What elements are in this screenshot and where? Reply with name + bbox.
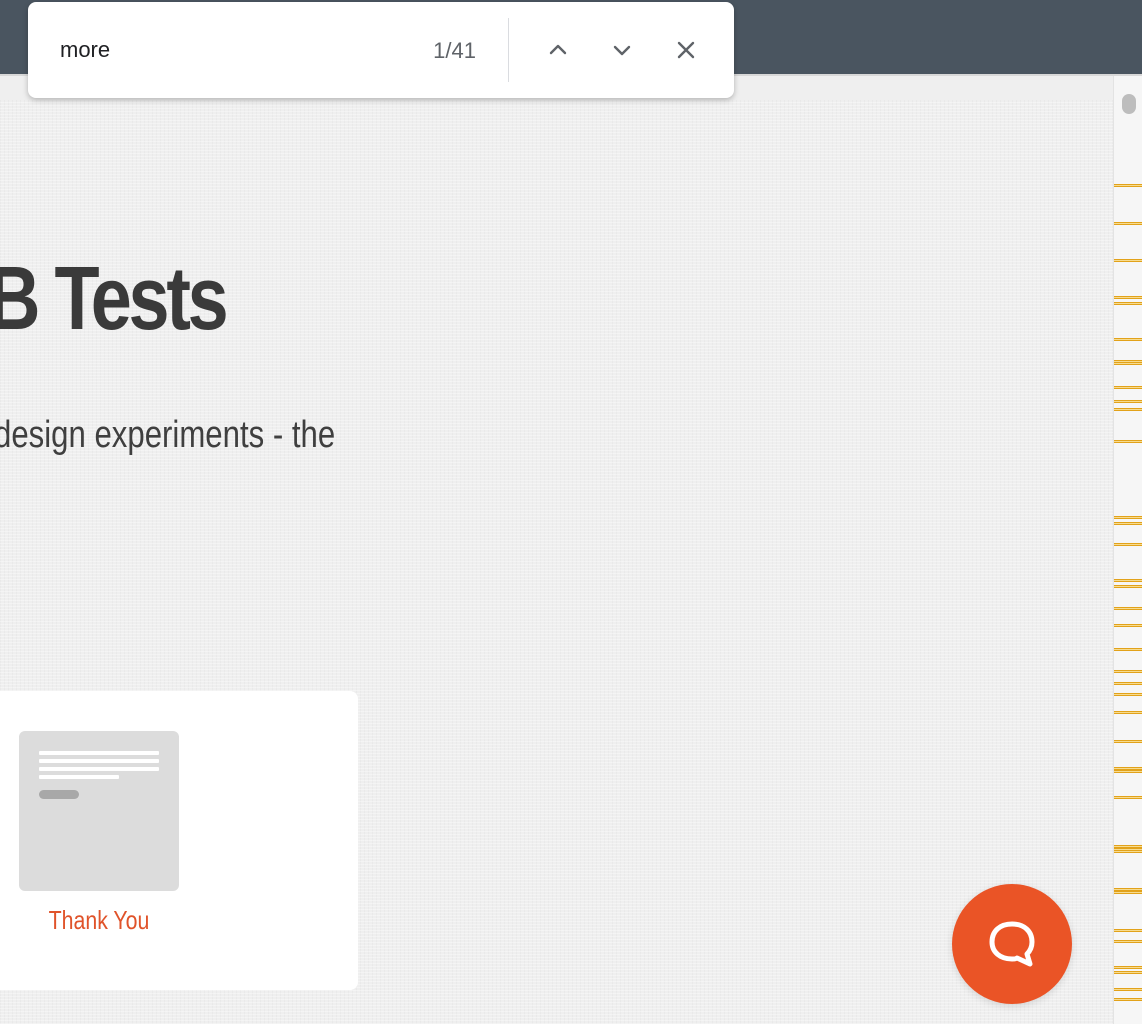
close-icon (677, 41, 695, 59)
find-match-marker (1114, 184, 1142, 187)
find-match-marker (1114, 585, 1142, 588)
thumbnail-line (39, 751, 159, 755)
find-match-marker (1114, 302, 1142, 305)
thumbnail-line (39, 759, 159, 763)
template-card[interactable]: Thank You (0, 691, 358, 990)
find-close-button[interactable] (666, 30, 706, 70)
template-thumbnail[interactable] (19, 731, 179, 891)
find-match-marker (1114, 440, 1142, 443)
chat-bubble-icon (989, 921, 1035, 967)
find-match-marker (1114, 988, 1142, 991)
find-match-marker (1114, 648, 1142, 651)
find-match-marker (1114, 222, 1142, 225)
find-match-marker (1114, 408, 1142, 411)
find-match-marker (1114, 579, 1142, 582)
find-match-marker (1114, 386, 1142, 389)
find-next-button[interactable] (602, 30, 642, 70)
find-bar-divider (508, 18, 509, 82)
thumbnail-button (39, 790, 79, 799)
page-headline: /B Tests (0, 249, 229, 349)
page-scrollbar[interactable] (1113, 76, 1142, 1024)
find-input[interactable] (60, 32, 360, 68)
find-match-marker (1114, 966, 1142, 969)
find-match-marker (1114, 891, 1142, 894)
find-match-marker (1114, 770, 1142, 773)
page-content: /B Tests design experiments - the Thank … (0, 100, 1113, 1024)
chevron-up-icon (549, 44, 567, 55)
template-label[interactable]: Thank You (33, 905, 164, 936)
find-match-marker (1114, 670, 1142, 673)
find-match-marker (1114, 362, 1142, 365)
thumbnail-line (39, 775, 119, 779)
find-match-marker (1114, 693, 1142, 696)
find-match-marker (1114, 740, 1142, 743)
find-match-marker (1114, 338, 1142, 341)
find-previous-button[interactable] (538, 30, 578, 70)
find-match-marker (1114, 543, 1142, 546)
thumbnail-line (39, 767, 159, 771)
find-match-marker (1114, 516, 1142, 519)
find-match-marker (1114, 929, 1142, 932)
find-match-marker (1114, 259, 1142, 262)
find-match-marker (1114, 711, 1142, 714)
find-match-marker (1114, 848, 1142, 851)
find-match-marker (1114, 607, 1142, 610)
page-subtext: design experiments - the (0, 414, 336, 456)
find-match-marker (1114, 940, 1142, 943)
chat-launcher-button[interactable] (952, 884, 1072, 1004)
find-match-count: 1/41 (433, 38, 476, 63)
find-in-page-bar: 1/41 (28, 2, 734, 98)
scrollbar-thumb[interactable] (1122, 94, 1136, 114)
find-match-marker (1114, 624, 1142, 627)
find-match-marker (1114, 796, 1142, 799)
find-match-marker (1114, 296, 1142, 299)
find-match-marker (1114, 522, 1142, 525)
find-match-marker (1114, 998, 1142, 1001)
find-match-marker (1114, 400, 1142, 403)
find-match-marker (1114, 682, 1142, 685)
chevron-down-icon (613, 45, 631, 56)
find-match-marker (1114, 971, 1142, 974)
